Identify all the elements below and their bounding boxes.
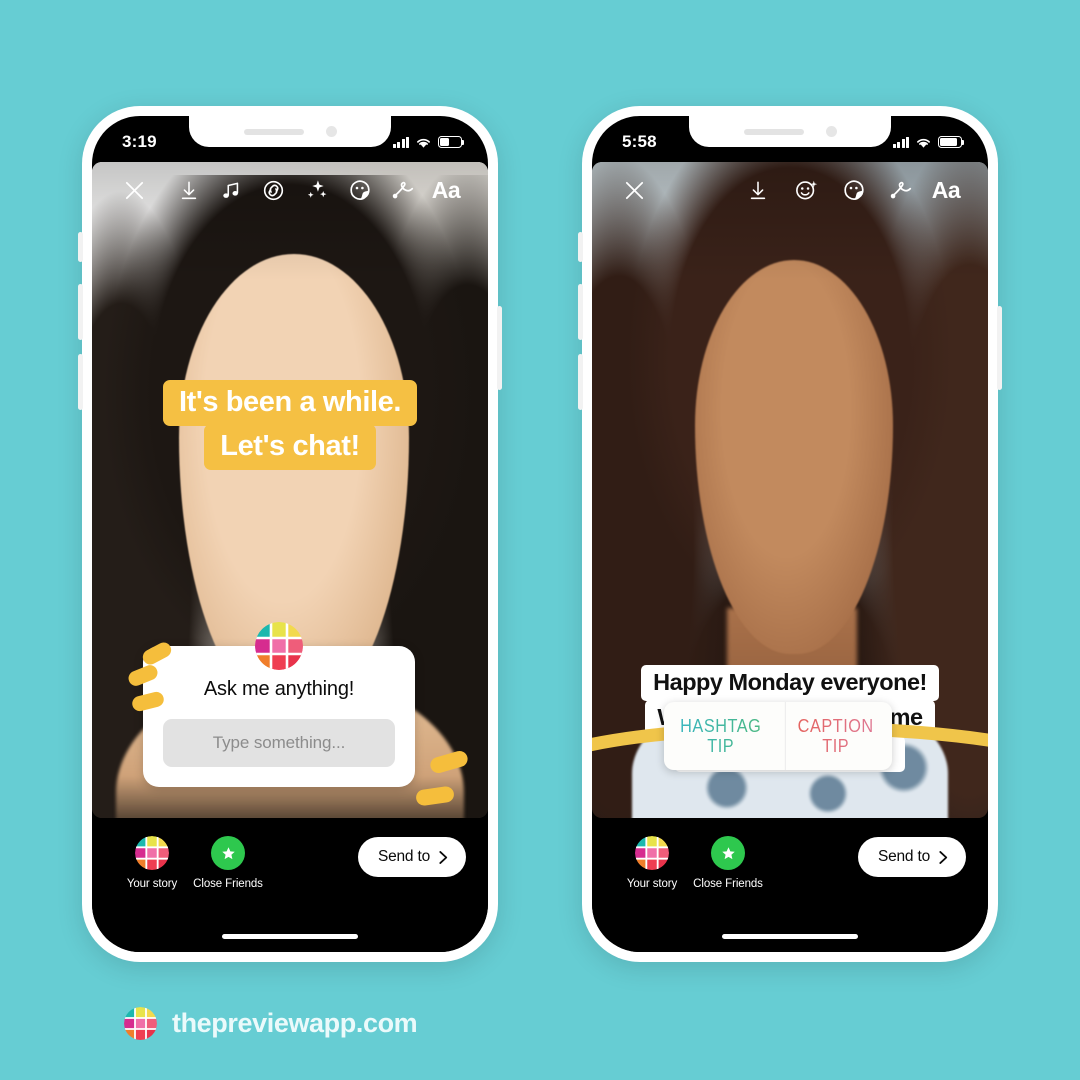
link-icon[interactable] — [252, 179, 294, 202]
wifi-icon — [417, 138, 430, 148]
sparkle-smiley-icon[interactable] — [782, 178, 830, 202]
footer-logo — [124, 1007, 157, 1040]
share-option-label: Close Friends — [193, 878, 263, 890]
preview-grid-logo-icon — [135, 836, 169, 870]
story-text-line: It's been a while. — [162, 380, 418, 427]
battery-icon — [938, 136, 965, 148]
download-icon[interactable] — [734, 179, 782, 202]
close-icon[interactable] — [114, 179, 154, 202]
preview-grid-logo-icon — [255, 622, 303, 670]
story-toolbar-right: Aa — [592, 162, 988, 218]
send-to-label: Send to — [877, 848, 930, 865]
close-friends-avatar — [211, 836, 245, 870]
wifi-icon — [917, 138, 930, 148]
power-button[interactable] — [497, 306, 502, 390]
green-star-icon — [221, 846, 235, 859]
share-option-close-friends[interactable]: Close Friends — [690, 836, 766, 890]
poll-option-line: TIP — [821, 735, 849, 756]
question-sticker-avatar — [255, 622, 303, 670]
home-indicator — [222, 934, 358, 939]
poll-option-hashtag-tip[interactable]: HASHTAG TIP — [671, 702, 771, 770]
share-option-close-friends[interactable]: Close Friends — [190, 836, 266, 890]
phone-notch — [689, 116, 891, 147]
text-icon[interactable]: Aa — [926, 178, 966, 202]
volume-up-button[interactable] — [78, 284, 83, 340]
download-icon[interactable] — [168, 179, 210, 202]
question-sticker-placeholder: Type something... — [212, 733, 346, 752]
chevron-right-icon — [939, 850, 948, 864]
volume-up-button[interactable] — [578, 284, 583, 340]
close-icon[interactable] — [614, 179, 654, 202]
share-option-label: Your story — [626, 878, 678, 890]
share-option-your-story[interactable]: Your story — [114, 836, 190, 890]
front-camera — [325, 126, 337, 137]
send-to-button[interactable]: Send to — [357, 837, 466, 877]
close-friends-avatar — [711, 836, 745, 870]
battery-icon — [438, 136, 465, 148]
story-text-line: Let's chat! — [204, 424, 376, 471]
story-bottom-bar-right: Your story Close Friends Send to — [592, 818, 988, 952]
volume-down-button[interactable] — [78, 354, 83, 410]
story-canvas-right[interactable]: Happy Monday everyone! What tip do you w… — [592, 162, 988, 818]
story-bottom-bar-left: Your story Close Friends Send to — [92, 818, 488, 952]
earpiece-speaker — [743, 128, 804, 135]
your-story-avatar — [635, 836, 669, 870]
phone-screen-right: Happy Monday everyone! What tip do you w… — [592, 116, 988, 952]
send-to-button[interactable]: Send to — [857, 837, 966, 877]
mute-switch[interactable] — [78, 232, 83, 262]
story-text-overlay-left[interactable]: It's been a while. Let's chat! — [92, 380, 488, 471]
poll-sticker[interactable]: HASHTAG TIP CAPTION TIP — [664, 702, 892, 770]
poll-option-line: CAPTION — [797, 715, 874, 737]
home-indicator — [722, 934, 858, 939]
sticker-icon[interactable] — [338, 178, 382, 202]
draw-icon[interactable] — [382, 179, 426, 201]
green-star-icon — [721, 846, 735, 859]
phone-notch — [189, 116, 391, 147]
share-option-label: Close Friends — [693, 878, 763, 890]
earpiece-speaker — [243, 128, 304, 135]
volume-down-button[interactable] — [578, 354, 583, 410]
share-option-label: Your story — [126, 878, 178, 890]
poster-canvas: It's been a while. Let's chat! Ask me an… — [0, 0, 1080, 1080]
status-time: 5:58 — [622, 132, 657, 151]
music-icon[interactable] — [210, 179, 252, 202]
phone-mockup-right: Happy Monday everyone! What tip do you w… — [578, 106, 1002, 962]
question-sticker[interactable]: Ask me anything! Type something... — [143, 622, 415, 787]
draw-icon[interactable] — [878, 179, 926, 201]
cellular-signal-icon — [392, 136, 409, 148]
preview-grid-logo-icon — [124, 1007, 157, 1040]
mute-switch[interactable] — [578, 232, 583, 262]
poll-option-line: TIP — [707, 735, 735, 756]
footer-brand-text: thepreviewapp.com — [172, 1008, 418, 1038]
story-text-line: Happy Monday everyone! — [641, 665, 939, 702]
share-option-your-story[interactable]: Your story — [614, 836, 690, 890]
poll-option-line: HASHTAG — [680, 715, 762, 737]
sticker-icon[interactable] — [830, 178, 878, 202]
your-story-avatar — [135, 836, 169, 870]
front-camera — [825, 126, 837, 137]
phone-mockup-left: It's been a while. Let's chat! Ask me an… — [78, 106, 502, 962]
question-sticker-title: Ask me anything! — [203, 678, 355, 700]
power-button[interactable] — [997, 306, 1002, 390]
text-icon[interactable]: Aa — [426, 178, 466, 202]
phone-screen-left: It's been a while. Let's chat! Ask me an… — [92, 116, 488, 952]
sparkle-icon[interactable] — [294, 178, 338, 202]
send-to-label: Send to — [377, 848, 430, 865]
story-canvas-left[interactable]: It's been a while. Let's chat! Ask me an… — [92, 162, 488, 818]
question-sticker-input[interactable]: Type something... — [163, 719, 395, 767]
preview-grid-logo-icon — [635, 836, 669, 870]
story-toolbar-left: Aa — [92, 162, 488, 218]
chevron-right-icon — [439, 850, 448, 864]
cellular-signal-icon — [892, 136, 909, 148]
poll-option-caption-tip[interactable]: CAPTION TIP — [784, 702, 885, 770]
status-time: 3:19 — [122, 132, 157, 151]
footer-branding: thepreviewapp.com — [124, 1007, 418, 1040]
